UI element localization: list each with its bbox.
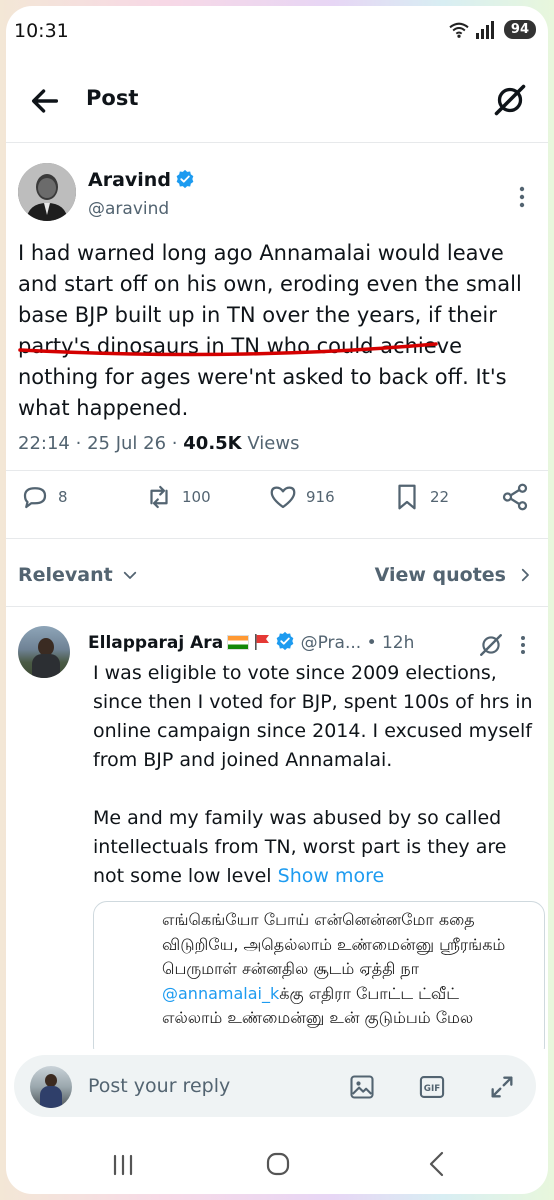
app-frame: 10:31 94 Post Aravind @aravind I had war…: [6, 6, 548, 1194]
author-name-text: Aravind: [88, 169, 171, 191]
reply-time: • 12h: [366, 633, 415, 653]
home-icon[interactable]: [264, 1150, 292, 1178]
repost-button[interactable]: 100: [144, 482, 211, 512]
bookmark-icon: [398, 484, 416, 510]
view-quotes-button[interactable]: View quotes: [375, 564, 534, 586]
reply-author-name[interactable]: Ellapparaj Ara: [88, 633, 223, 653]
reply-input-pill[interactable]: Post your reply GIF: [14, 1055, 536, 1117]
quoted-image-card[interactable]: எங்கெங்யோ போய் என்னென்னமோ கதை விடுறியே, …: [93, 901, 545, 1061]
views-count[interactable]: 40.5K: [183, 433, 241, 454]
chevron-right-icon: [521, 568, 529, 582]
back-arrow-icon[interactable]: [28, 84, 62, 118]
top-header: Post: [6, 66, 548, 136]
author-avatar[interactable]: [18, 163, 76, 221]
reply-button[interactable]: 8: [20, 482, 68, 512]
like-button[interactable]: 916: [268, 482, 335, 512]
relevant-sort-button[interactable]: Relevant: [18, 564, 139, 586]
more-options-icon[interactable]: [512, 184, 532, 210]
avatar-body: [32, 654, 60, 678]
battery-badge: 94: [503, 20, 536, 39]
india-flag-icon: [227, 635, 250, 650]
actions-divider: [6, 538, 548, 539]
post-text: I had warned long ago Annamalai would le…: [18, 241, 522, 420]
reply-composer-bar: Post your reply GIF: [6, 1049, 548, 1127]
view-quotes-label: View quotes: [374, 564, 506, 586]
share-icon: [502, 483, 528, 511]
reply-header: Ellapparaj Ara @Pra... • 12h: [88, 631, 528, 653]
reply-paragraph-1: I was eligible to vote since 2009 electi…: [93, 662, 533, 771]
avatar-body: [40, 1086, 62, 1108]
post-time: 22:14: [18, 433, 70, 454]
like-count: 916: [306, 488, 335, 506]
quoted-image-text: எங்கெங்யோ போய் என்னென்னமோ கதை விடுறியே, …: [162, 908, 522, 1031]
post-actions: 8 100 916 22: [6, 482, 548, 522]
share-button[interactable]: [500, 482, 530, 512]
heart-icon: [270, 486, 296, 509]
expand-icon[interactable]: [488, 1073, 516, 1101]
reply-text: I was eligible to vote since 2009 electi…: [93, 659, 543, 891]
more-options-icon[interactable]: [514, 634, 532, 656]
verified-badge-icon: [276, 631, 294, 651]
post-date: 25 Jul 26: [87, 433, 167, 454]
current-user-avatar: [30, 1066, 72, 1108]
red-underline-annotation: [18, 342, 438, 357]
recents-icon[interactable]: [110, 1152, 136, 1178]
reply-filter-bar: Relevant View quotes: [6, 562, 548, 598]
verified-badge-icon: [176, 169, 194, 189]
views-label[interactable]: Views: [247, 433, 299, 454]
bookmark-button[interactable]: 22: [392, 482, 449, 512]
reply-count: 8: [58, 488, 68, 506]
status-icons: 94: [448, 20, 536, 39]
repost-count: 100: [182, 488, 211, 506]
post-meta: 22:14 · 25 Jul 26 · 40.5K Views: [18, 433, 299, 454]
chevron-down-icon: [123, 571, 136, 579]
meta-separator: ·: [171, 433, 178, 454]
signal-icon: [475, 20, 494, 39]
reply-paragraph-2: Me and my family was abused by so called…: [93, 804, 543, 891]
quote-mention: @annamalai_k: [162, 983, 280, 1003]
wifi-icon: [449, 22, 469, 38]
reply-input[interactable]: Post your reply: [88, 1075, 230, 1097]
gif-icon[interactable]: GIF: [418, 1073, 446, 1101]
bookmark-count: 22: [430, 488, 450, 506]
relevant-label: Relevant: [18, 564, 113, 586]
header-divider: [6, 142, 548, 143]
status-bar: 10:31 94: [6, 6, 548, 56]
reply-icon: [23, 487, 47, 509]
system-nav-bar: [6, 1134, 548, 1194]
grok-icon[interactable]: [492, 82, 528, 118]
meta-separator: ·: [75, 433, 82, 454]
author-avatar-image: [18, 163, 76, 221]
author-handle[interactable]: @aravind: [88, 199, 169, 219]
meta-divider: [6, 470, 548, 471]
reply-author-handle[interactable]: @Pra...: [301, 633, 362, 653]
status-time: 10:31: [14, 20, 69, 42]
gif-label: GIF: [424, 1084, 440, 1094]
image-icon[interactable]: [348, 1073, 376, 1101]
back-chevron-icon[interactable]: [426, 1150, 448, 1178]
red-flag-icon: [255, 634, 270, 650]
reply-author-avatar[interactable]: [18, 626, 70, 678]
repost-icon: [150, 485, 168, 509]
quote-text-before: எங்கெங்யோ போய் என்னென்னமோ கதை விடுறியே, …: [162, 910, 506, 978]
page-title: Post: [86, 86, 139, 110]
grok-icon[interactable]: [478, 632, 504, 658]
author-name[interactable]: Aravind: [88, 169, 195, 191]
filter-divider: [6, 606, 548, 607]
show-more-link[interactable]: Show more: [278, 865, 385, 887]
